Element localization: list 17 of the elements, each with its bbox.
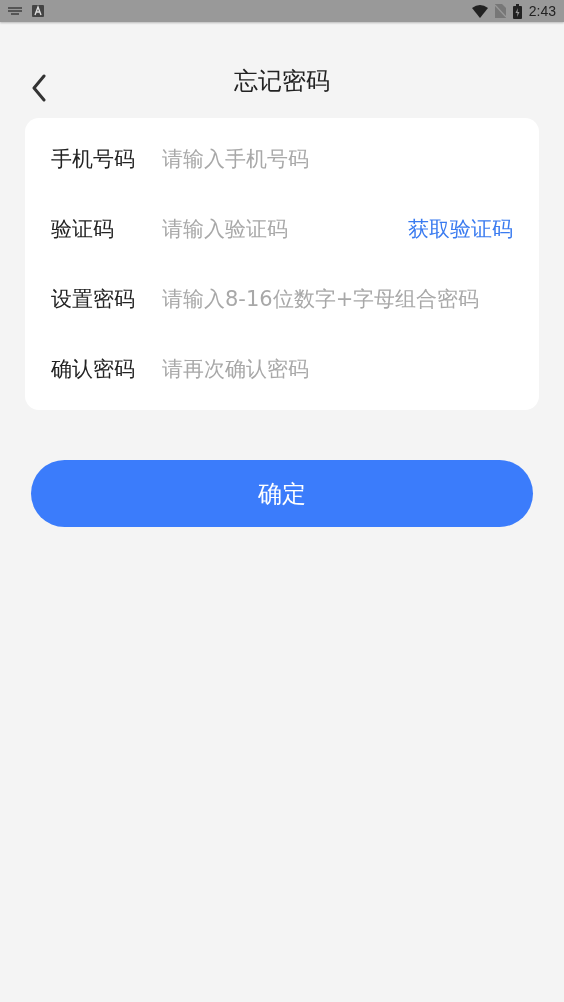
input-field[interactable]: 请再次确认密码: [162, 357, 513, 381]
wifi-icon: [471, 4, 488, 18]
back-icon[interactable]: [31, 74, 47, 102]
status-time: 2:43: [528, 3, 556, 19]
field-label: 手机号码: [51, 146, 136, 173]
input-field[interactable]: 请输入手机号码: [162, 147, 513, 171]
confirm-button[interactable]: 确定: [31, 460, 533, 527]
app-icon: [32, 5, 44, 17]
no-sim-icon: [494, 4, 506, 18]
page-title: 忘记密码: [234, 66, 330, 97]
field-label: 设置密码: [51, 286, 136, 313]
field-label: 验证码: [51, 216, 115, 243]
field-label: 确认密码: [51, 356, 136, 383]
input-field[interactable]: 请输入8-16位数字+字母组合密码: [162, 287, 513, 311]
battery-icon: [512, 3, 522, 19]
input-field[interactable]: 请输入验证码: [162, 217, 408, 241]
get-code-link[interactable]: 获取验证码: [408, 215, 513, 243]
